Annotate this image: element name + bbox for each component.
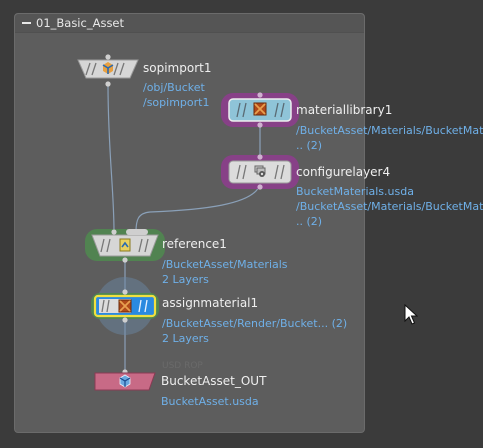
node-sopimport[interactable]	[76, 54, 140, 92]
node-assignmaterial[interactable]	[87, 276, 163, 340]
node-label-materiallibrary: materiallibrary1	[296, 103, 393, 117]
reference-icon	[119, 238, 131, 252]
sop-import-icon	[102, 62, 114, 74]
node-sub-materiallibrary: /BucketAsset/Materials/BucketMat .. (2)	[296, 124, 483, 152]
wire-sopimport-to-reference	[107, 83, 115, 233]
node-configurelayer[interactable]	[220, 153, 300, 195]
configure-layer-gear-icon	[254, 165, 266, 177]
node-rop[interactable]	[93, 369, 157, 397]
node-type-faint-label: USD ROP	[162, 361, 203, 371]
assign-material-box-icon	[118, 299, 132, 313]
node-sub-rop: BucketAsset.usda	[161, 395, 259, 408]
node-label-configurelayer: configurelayer4	[296, 165, 391, 179]
node-reference[interactable]	[84, 226, 166, 268]
mouse-cursor-icon	[404, 304, 418, 325]
material-box-icon	[253, 102, 267, 116]
node-label-reference: reference1	[162, 237, 227, 251]
node-label-sopimport: sopimport1	[143, 61, 212, 75]
node-label-rop: BucketAsset_OUT	[161, 374, 267, 388]
node-sub-reference: /BucketAsset/Materials 2 Layers	[162, 258, 288, 286]
node-label-assignmaterial: assignmaterial1	[162, 296, 259, 310]
node-sub-assignmaterial: /BucketAsset/Render/Bucket... (2) 2 Laye…	[162, 317, 348, 345]
usd-rop-icon	[119, 374, 131, 388]
node-sub-sopimport: /obj/Bucket /sopimport1	[143, 81, 210, 109]
node-sub-configurelayer: BucketMaterials.usda /BucketAsset/Materi…	[296, 185, 483, 228]
node-materiallibrary[interactable]	[220, 91, 300, 133]
